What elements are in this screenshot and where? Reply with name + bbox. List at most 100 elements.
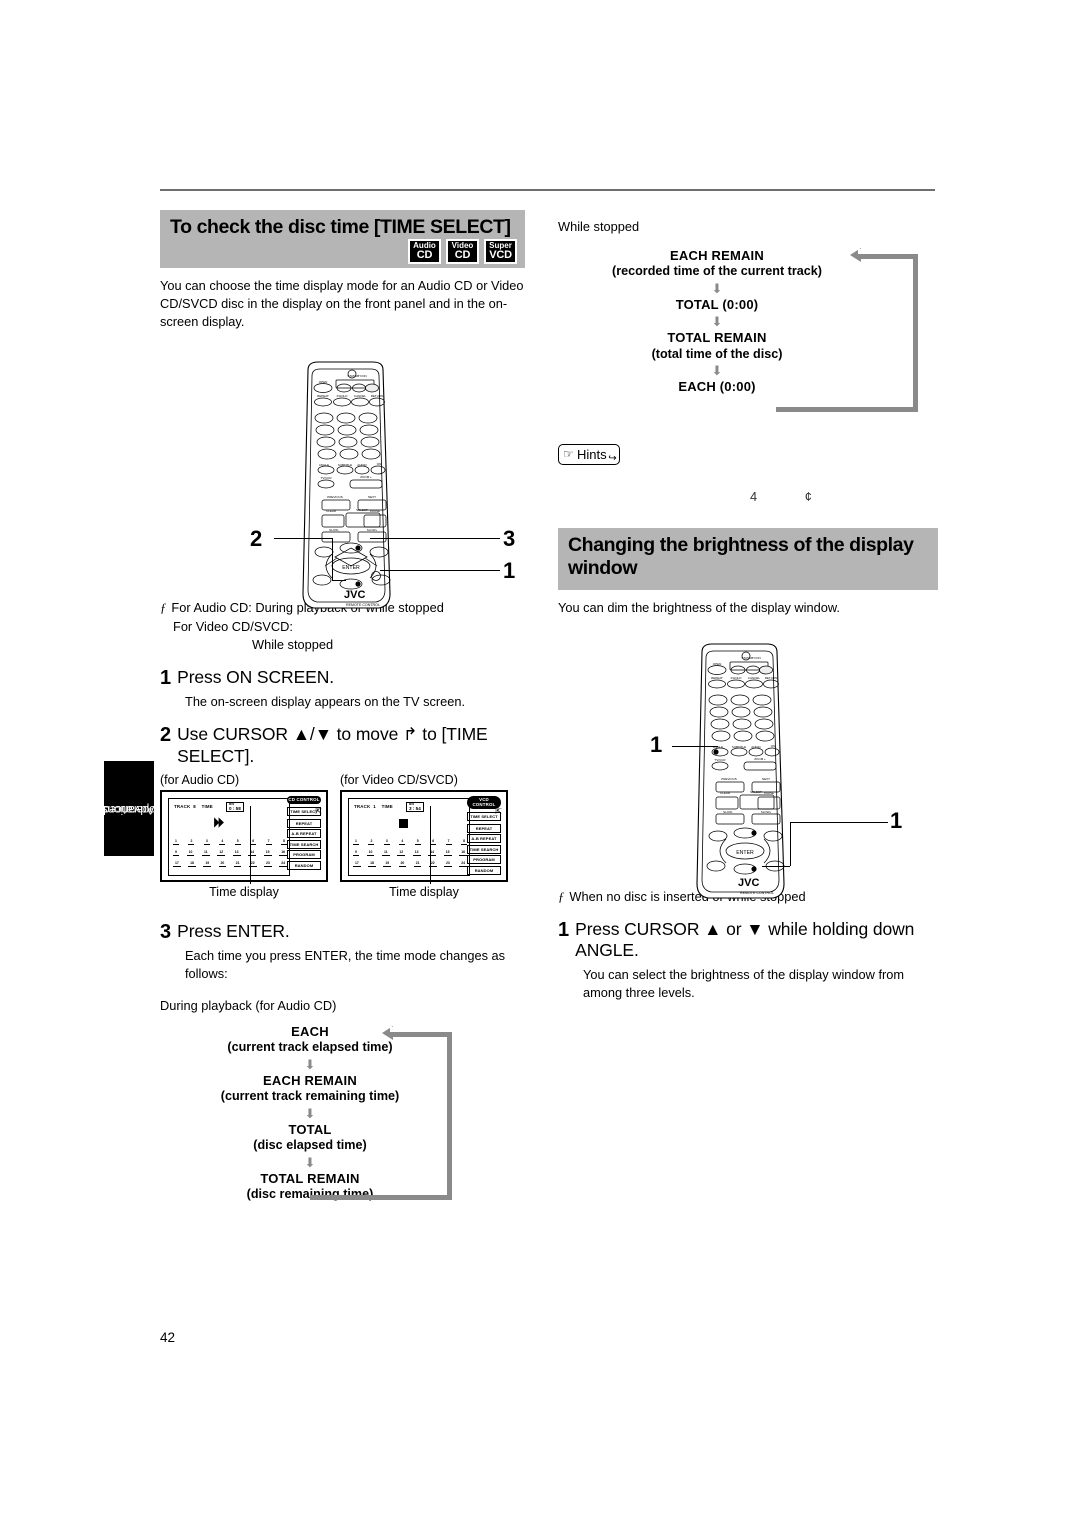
svg-text:RETURN: RETURN [765, 676, 778, 680]
osd-track-info: TRACK 8 TIME [174, 804, 213, 809]
down-arrow-icon: ⬇ [711, 281, 723, 297]
osd-menu-item-repeat[interactable]: REPEAT [287, 818, 321, 828]
flow-caption-right: While stopped [558, 219, 640, 234]
svg-text:ON: ON [377, 462, 382, 466]
track-cell: 1 [173, 838, 179, 845]
track-cell: 7 [265, 838, 272, 845]
osd-track-grid: 12345678 9 10 11 12 13 14 15 16 17 18 19 20 21 22 23 2… [353, 839, 467, 872]
hints-tail-icon: ↪ [608, 453, 617, 465]
badge-bottom: CD [416, 249, 433, 261]
osd-menu-item-ab-repeat[interactable]: A-B REPEAT [287, 829, 321, 839]
osd-time-readout: MIN 0 : 58 [226, 801, 244, 812]
osd-video-caption: (for Video CD/SVCD) [340, 772, 458, 787]
osd-menu-item-program[interactable]: PROGRAM [467, 855, 501, 865]
callout-left-2-vline [332, 538, 334, 580]
badge-bottom: VCD [489, 249, 512, 261]
hints-fragment-2: ¢ [804, 489, 812, 505]
loop-bottom-extend [310, 1195, 392, 1201]
osd-track-value: 8 [193, 803, 196, 809]
remote-svg-left: ENTER JVC REMOTE CONTROL OPENSTANDBY/ON … [302, 361, 391, 609]
osd-track-label: TRACK [174, 803, 191, 809]
track-cell: 9 [173, 849, 179, 856]
osd-track-label: TRACK [354, 803, 371, 809]
track-cell: 23 [264, 860, 272, 867]
flow-item-title: TOTAL (0:00) [675, 297, 759, 313]
section-heading-time-select: To check the disc time [TIME SELECT] Aud… [160, 210, 525, 268]
cursor-pointer-icon: ⇱ [495, 806, 502, 816]
osd-screen-audio: TRACK 8 TIME MIN 0 : 58 ⏵⏵ 12345678 9 10… [160, 789, 328, 884]
track-cell: 10 [366, 849, 375, 856]
osd-track-row: 17 18 19 20 21 22 23 24 [173, 861, 287, 867]
track-cell: 19 [383, 860, 392, 867]
loop-mask [390, 1027, 442, 1033]
step-3-left-sub: Each time you press ENTER, the time mode… [185, 948, 506, 982]
svg-text:ON: ON [771, 744, 776, 748]
flow-loop-back [390, 1032, 452, 1201]
osd-menu-item-time-search[interactable]: TIME SEARCH [287, 839, 321, 849]
page-title: To check the disc time [TIME SELECT] [170, 216, 511, 238]
osd-time-value: 0 : 58 [229, 805, 241, 811]
osd-track-row: 9 10 11 12 13 14 15 16 [173, 850, 287, 856]
track-cell: 15 [443, 849, 452, 856]
track-cell: 5 [414, 838, 421, 845]
track-cell: 18 [188, 860, 196, 867]
remote-svg-right: ENTER JVC REMOTE CONTROL OPENSTANDBY/ON … [696, 643, 785, 899]
osd-menu-item-repeat[interactable]: REPEAT [467, 823, 501, 833]
track-cell: 6 [430, 838, 437, 845]
remote-control-illustration-right: ENTER JVC REMOTE CONTROL OPEN STANDBY/ON … [632, 640, 932, 912]
track-cell: 20 [398, 860, 407, 867]
track-cell: 17 [173, 860, 181, 867]
flow-item-title: EACH REMAIN [670, 248, 764, 264]
track-cell: 16 [459, 849, 467, 856]
loop-mask [858, 249, 908, 255]
callout-left-3-line [370, 538, 500, 540]
track-cell: 13 [232, 849, 241, 856]
svg-text:OPEN: OPEN [713, 662, 722, 666]
side-tab-line-2: operations [102, 802, 156, 815]
callout-left-3: 3 [503, 526, 516, 551]
osd-menu-vcd-control: VCD CONTROL TIME SELECT REPEAT A-B REPEA… [467, 795, 502, 877]
osd-track-value: 1 [373, 803, 376, 809]
fast-forward-icon: ⏵⏵ [213, 814, 224, 830]
osd-menu-item-random[interactable]: RANDOM [467, 865, 501, 875]
svg-text:ANGLE: ANGLE [319, 463, 329, 467]
track-cell: 4 [399, 838, 406, 845]
svg-text:CLEAR: CLEAR [326, 509, 337, 513]
track-cell: 9 [353, 849, 359, 856]
osd-menu-item-ab-repeat[interactable]: A-B REPEAT [467, 834, 501, 844]
osd-video-area: TRACK 8 TIME MIN 0 : 58 ⏵⏵ 12345678 9 10… [168, 797, 290, 876]
track-cell: 23 [444, 860, 452, 867]
osd-examples: (for Audio CD) TRACK 8 TIME MIN 0 : 58 ⏵… [160, 773, 525, 899]
svg-text:PAUSE: PAUSE [764, 791, 774, 795]
track-cell: 24 [459, 860, 467, 867]
callout-leader-line [250, 805, 251, 884]
loop-bottom-extend [776, 407, 860, 413]
svg-text:AUDIO: AUDIO [357, 463, 367, 467]
svg-text:OPEN: OPEN [319, 380, 328, 384]
svg-text:ENTER: ENTER [342, 565, 360, 571]
osd-video-time-display-caption: Time display [389, 884, 459, 899]
flow-item-desc: (recorded time of the current track) [612, 264, 822, 279]
osd-video-block: (for Video CD/SVCD) TRACK 1 TIME MIN 3 :… [340, 773, 508, 899]
callout-right-1-b-tick [762, 866, 790, 868]
track-cell: 15 [263, 849, 272, 856]
osd-menu-item-time-search[interactable]: TIME SEARCH [467, 844, 501, 854]
track-cell: 11 [382, 849, 390, 856]
svg-text:SUBTITLE: SUBTITLE [338, 463, 352, 467]
callout-right-1-b-vline [790, 822, 792, 866]
badge-bottom: CD [454, 249, 471, 261]
svg-text:ENTER: ENTER [736, 850, 754, 856]
osd-menu-item-program[interactable]: PROGRAM [287, 850, 321, 860]
callout-right-1-b-line [790, 822, 888, 824]
flow-loop-back [858, 254, 918, 413]
track-cell: 1 [353, 838, 359, 845]
osd-audio-time-display-caption: Time display [209, 884, 279, 899]
svg-text:REMOTE CONTROL: REMOTE CONTROL [346, 603, 380, 607]
svg-text:P.HOLD: P.HOLD [731, 676, 743, 680]
cursor-pointer-icon: ⇱ [315, 806, 322, 816]
track-cell: 20 [218, 860, 227, 867]
section-title-brightness: Changing the brightness of the display w… [568, 534, 914, 580]
osd-menu-item-random[interactable]: RANDOM [287, 860, 321, 870]
svg-text:CANCEL: CANCEL [354, 394, 367, 398]
svg-text:CANCEL: CANCEL [748, 676, 761, 680]
